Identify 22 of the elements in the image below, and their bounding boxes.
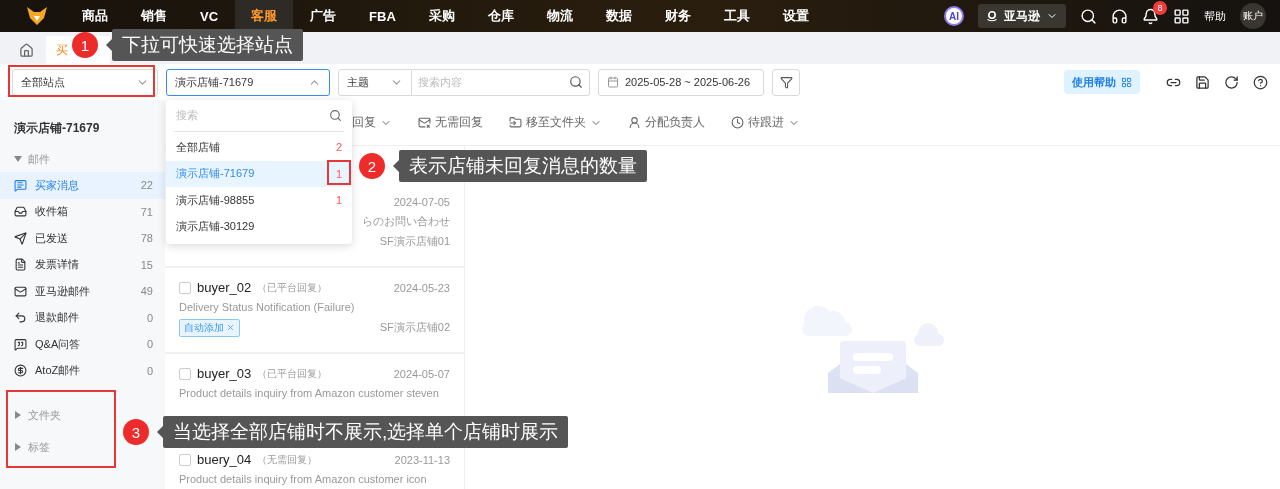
message-subject: Delivery Status Notification (Failure) bbox=[179, 300, 355, 315]
message-date: 2024-07-05 bbox=[393, 195, 450, 208]
message-subject: Product details inquiry from Amazon customer steven bbox=[179, 386, 439, 401]
callout-tooltip: 当选择全部店铺时不展示,选择单个店铺时展示 bbox=[163, 416, 569, 448]
buyer-name: buery_04 bbox=[197, 452, 252, 467]
message-date: 2024-05-07 bbox=[393, 367, 450, 380]
shop-name: SF演示店铺01 bbox=[379, 234, 450, 249]
reply-status: （已平台回复） bbox=[257, 366, 328, 381]
store-title: 演示店铺-71679 bbox=[13, 120, 101, 137]
buyer-name: buyer_02 bbox=[197, 280, 252, 295]
shop-name: SF演示店铺02 bbox=[379, 320, 450, 335]
notification-badge: 8 bbox=[1153, 0, 1167, 15]
callout-tooltip: 表示店铺未回复消息的数量 bbox=[399, 150, 647, 182]
reply-status: （已平台回复） bbox=[257, 280, 328, 295]
buyer-name: buyer_03 bbox=[197, 366, 252, 381]
message-date: 2024-05-23 bbox=[393, 281, 450, 294]
reply-status: （无需回复） bbox=[257, 452, 318, 467]
message-subject: らのお問い合わせ bbox=[362, 214, 450, 229]
message-subject: Product details inquiry from Amazon customer icon bbox=[179, 472, 427, 487]
message-date: 2023-11-13 bbox=[394, 453, 450, 466]
step-number: 2 bbox=[359, 153, 385, 179]
callout-tooltip: 下拉可快速选择站点 bbox=[112, 29, 303, 61]
